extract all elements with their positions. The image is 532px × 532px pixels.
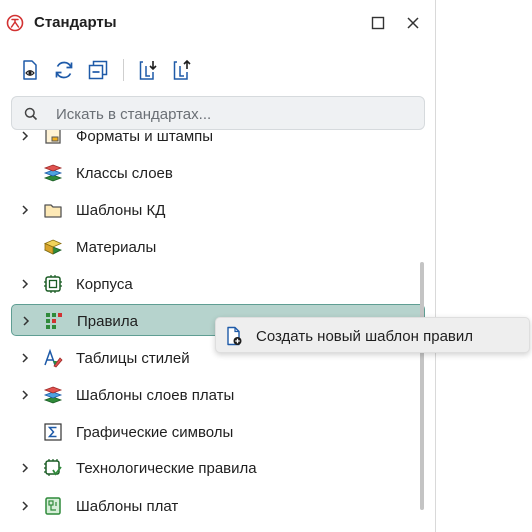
standards-panel: Стандарты Искать в стандартах... Форматы… bbox=[0, 0, 436, 532]
tree-item-label: Классы слоев bbox=[76, 165, 173, 182]
title-bar: Стандарты bbox=[0, 0, 436, 46]
chevron-right-icon[interactable] bbox=[19, 352, 31, 364]
rules-grid-icon bbox=[46, 313, 62, 329]
tree-item-layer-classes[interactable]: Классы слоев bbox=[11, 157, 425, 189]
vertical-scrollbar[interactable] bbox=[420, 262, 424, 510]
search-icon bbox=[24, 107, 38, 121]
new-rules-template-icon bbox=[227, 326, 242, 346]
tree-item-materials[interactable]: Материалы bbox=[11, 231, 425, 263]
view-document-icon[interactable] bbox=[18, 58, 42, 82]
collapse-all-icon[interactable] bbox=[86, 58, 110, 82]
search-input[interactable] bbox=[54, 97, 418, 131]
tree-item-label: Корпуса bbox=[76, 276, 133, 293]
chevron-right-icon[interactable] bbox=[19, 130, 31, 142]
tree-item-label: Графические символы bbox=[76, 424, 234, 441]
board-template-icon bbox=[45, 497, 61, 515]
materials-icon bbox=[44, 239, 62, 255]
chevron-right-icon[interactable] bbox=[20, 315, 32, 327]
technology-rules-icon bbox=[44, 459, 62, 476]
chip-package-icon bbox=[44, 275, 62, 293]
window-title: Стандарты bbox=[34, 14, 117, 31]
chevron-right-icon[interactable] bbox=[19, 204, 31, 216]
tree-item-design-doc-templates[interactable]: Шаблоны КД bbox=[11, 194, 425, 226]
context-menu-item-label: Создать новый шаблон правил bbox=[256, 328, 474, 345]
maximize-button[interactable] bbox=[369, 14, 387, 32]
tree-item-board-templates[interactable]: Шаблоны плат bbox=[11, 490, 425, 522]
tree-item-label: Шаблоны плат bbox=[76, 498, 179, 515]
search-box[interactable] bbox=[11, 96, 425, 131]
tree-item-board-layer-templates[interactable]: Шаблоны слоев платы bbox=[11, 379, 425, 411]
export-icon[interactable] bbox=[170, 58, 194, 82]
tree-item-formats-and-stamps[interactable]: Форматы и штампы bbox=[11, 130, 425, 152]
tree-item-label: Правила bbox=[77, 313, 138, 330]
layers-stack-icon bbox=[43, 164, 63, 182]
toolbar bbox=[0, 52, 436, 88]
tree-item-label: Таблицы стилей bbox=[76, 350, 190, 367]
refresh-icon[interactable] bbox=[52, 58, 76, 82]
context-menu: Создать новый шаблон правил bbox=[215, 317, 530, 353]
formats-stamps-icon bbox=[45, 130, 61, 144]
chevron-right-icon[interactable] bbox=[19, 278, 31, 290]
sigma-symbol-icon bbox=[44, 423, 62, 441]
tree-item-label: Материалы bbox=[76, 239, 157, 256]
close-button[interactable] bbox=[404, 14, 422, 32]
tree-item-technology-rules[interactable]: Технологические правила bbox=[11, 452, 425, 484]
standards-app-icon bbox=[6, 14, 24, 32]
chevron-right-icon[interactable] bbox=[19, 500, 31, 512]
toolbar-separator bbox=[123, 59, 124, 81]
style-tables-icon bbox=[44, 348, 63, 368]
tree-item-label: Форматы и штампы bbox=[76, 130, 214, 145]
tree-item-label: Шаблоны КД bbox=[76, 202, 166, 219]
tree-item-label: Технологические правила bbox=[76, 460, 257, 477]
chevron-right-icon[interactable] bbox=[19, 462, 31, 474]
chevron-right-icon[interactable] bbox=[19, 389, 31, 401]
context-menu-item-create-rules-template[interactable]: Создать новый шаблон правил bbox=[216, 318, 529, 352]
import-icon[interactable] bbox=[136, 58, 160, 82]
folder-icon bbox=[44, 204, 62, 218]
tree-item-graphic-symbols[interactable]: Графические символы bbox=[11, 416, 425, 448]
layers-stack-icon bbox=[43, 386, 63, 404]
tree-item-label: Шаблоны слоев платы bbox=[76, 387, 235, 404]
tree-item-packages[interactable]: Корпуса bbox=[11, 268, 425, 300]
